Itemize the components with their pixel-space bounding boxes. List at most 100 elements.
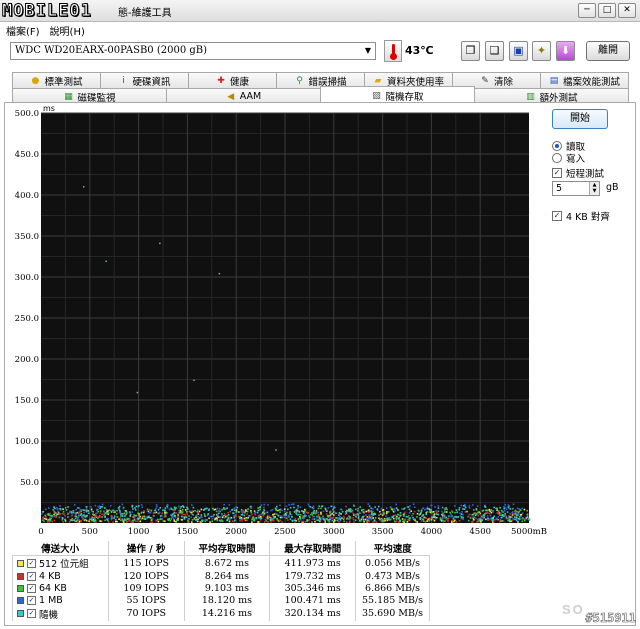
tab-benchmark[interactable]: ● 標準測試 <box>12 72 101 88</box>
series-checkbox[interactable]: ✓ <box>27 583 36 593</box>
data-point <box>334 519 336 522</box>
data-point <box>437 510 440 513</box>
data-point <box>214 518 216 521</box>
data-point <box>317 519 319 522</box>
results-table: 傳送大小 操作 / 秒 平均存取時間 最大存取時間 平均速度 ✓ 512 位元組 1… <box>12 541 430 621</box>
thermometer-icon <box>384 40 402 62</box>
data-point <box>76 517 79 520</box>
options-button[interactable]: ✦ <box>532 41 551 61</box>
data-point <box>448 515 450 517</box>
data-point <box>90 508 93 511</box>
tab-health[interactable]: ✚ 健康 <box>188 72 277 88</box>
data-point <box>459 512 461 515</box>
data-point <box>365 510 368 513</box>
minimize-button[interactable]: ─ <box>578 3 596 18</box>
data-point <box>215 510 218 513</box>
data-point <box>184 509 187 511</box>
data-point <box>463 508 466 510</box>
menu-file[interactable]: 檔案(F) <box>6 23 40 38</box>
data-point <box>185 510 188 513</box>
data-point <box>297 518 300 521</box>
data-point <box>279 504 281 506</box>
data-point <box>517 521 519 523</box>
menu-help[interactable]: 說明(H) <box>50 23 85 38</box>
close-button[interactable]: ✕ <box>618 3 636 18</box>
test-size-value: 5 <box>556 183 563 194</box>
data-point <box>226 518 229 521</box>
data-point <box>53 519 56 522</box>
tab-info[interactable]: i 硬碟資訊 <box>100 72 189 88</box>
x-tick-label: 5000mB <box>511 527 547 537</box>
data-point <box>513 516 516 518</box>
data-point <box>289 518 292 520</box>
data-point <box>51 520 54 523</box>
download-button[interactable]: ⬇ <box>556 41 575 61</box>
data-point <box>422 507 425 509</box>
data-point <box>45 508 47 511</box>
series-checkbox[interactable]: ✓ <box>27 571 36 581</box>
data-point <box>267 521 269 523</box>
data-point <box>329 516 332 518</box>
data-point <box>166 503 169 506</box>
data-point <box>330 517 332 520</box>
data-point <box>49 519 52 522</box>
save-button[interactable]: ▣ <box>509 41 528 61</box>
write-radio[interactable]: 寫入 <box>552 151 585 165</box>
data-point <box>186 506 188 509</box>
data-point <box>123 519 126 521</box>
data-point <box>399 515 402 517</box>
series-checkbox[interactable]: ✓ <box>27 609 36 619</box>
short-test-checkbox[interactable]: ✓ 短程測試 <box>552 166 604 180</box>
exit-button[interactable]: 離開 <box>586 41 630 61</box>
data-point <box>341 510 344 513</box>
stepper-arrows-icon: ▲ ▼ <box>589 182 599 195</box>
site-watermark: SO <box>562 602 585 617</box>
data-point <box>183 506 185 509</box>
data-point <box>250 510 252 512</box>
data-point <box>134 507 136 509</box>
align-4kb-checkbox[interactable]: ✓ 4 KB 對齊 <box>552 209 610 223</box>
data-point <box>439 519 442 521</box>
series-color-swatch <box>17 610 24 618</box>
data-point <box>462 516 464 519</box>
data-point <box>408 512 411 514</box>
data-point <box>156 505 158 508</box>
data-point <box>265 520 268 522</box>
data-point <box>277 515 280 517</box>
data-point <box>407 506 410 508</box>
data-point <box>368 511 370 513</box>
test-size-stepper[interactable]: 5 ▲ ▼ <box>552 181 600 196</box>
data-point <box>424 509 426 511</box>
data-point <box>221 509 223 511</box>
copy-text-button[interactable]: ❐ <box>461 41 480 61</box>
row-avg-speed: 0.056 MB/s <box>355 555 430 570</box>
options-icon: ✦ <box>536 44 547 57</box>
data-point <box>151 518 154 520</box>
data-point <box>399 519 401 522</box>
maximize-button[interactable]: □ <box>598 3 616 18</box>
row-label-cell: ✓ 512 位元組 <box>12 555 109 570</box>
data-point <box>187 508 189 510</box>
series-checkbox[interactable]: ✓ <box>27 596 36 606</box>
data-point <box>251 521 253 523</box>
results-row: ✓ 4 KB 120 IOPS 8.264 ms 179.732 ms 0.473 MB/… <box>12 570 430 583</box>
data-point <box>291 516 293 518</box>
data-point <box>475 517 477 520</box>
data-point <box>246 519 248 522</box>
data-point <box>196 514 198 517</box>
data-point <box>123 512 126 515</box>
copy-image-button[interactable]: ❏ <box>485 41 504 61</box>
data-point <box>295 511 298 513</box>
data-point <box>470 514 473 516</box>
data-point <box>258 516 261 518</box>
data-point <box>387 511 390 513</box>
tab-file-benchmark[interactable]: ▤ 檔案效能測試 <box>540 72 629 88</box>
data-point <box>121 518 124 520</box>
drive-select[interactable]: WDC WD20EARX-00PASB0 (2000 gB) ▼ <box>10 42 376 60</box>
data-point <box>73 504 76 506</box>
start-button[interactable]: 開始 <box>552 109 608 129</box>
data-point <box>135 514 137 517</box>
data-point <box>370 513 373 516</box>
series-checkbox[interactable]: ✓ <box>27 558 36 568</box>
row-label: ✓ 64 KB <box>13 583 108 594</box>
